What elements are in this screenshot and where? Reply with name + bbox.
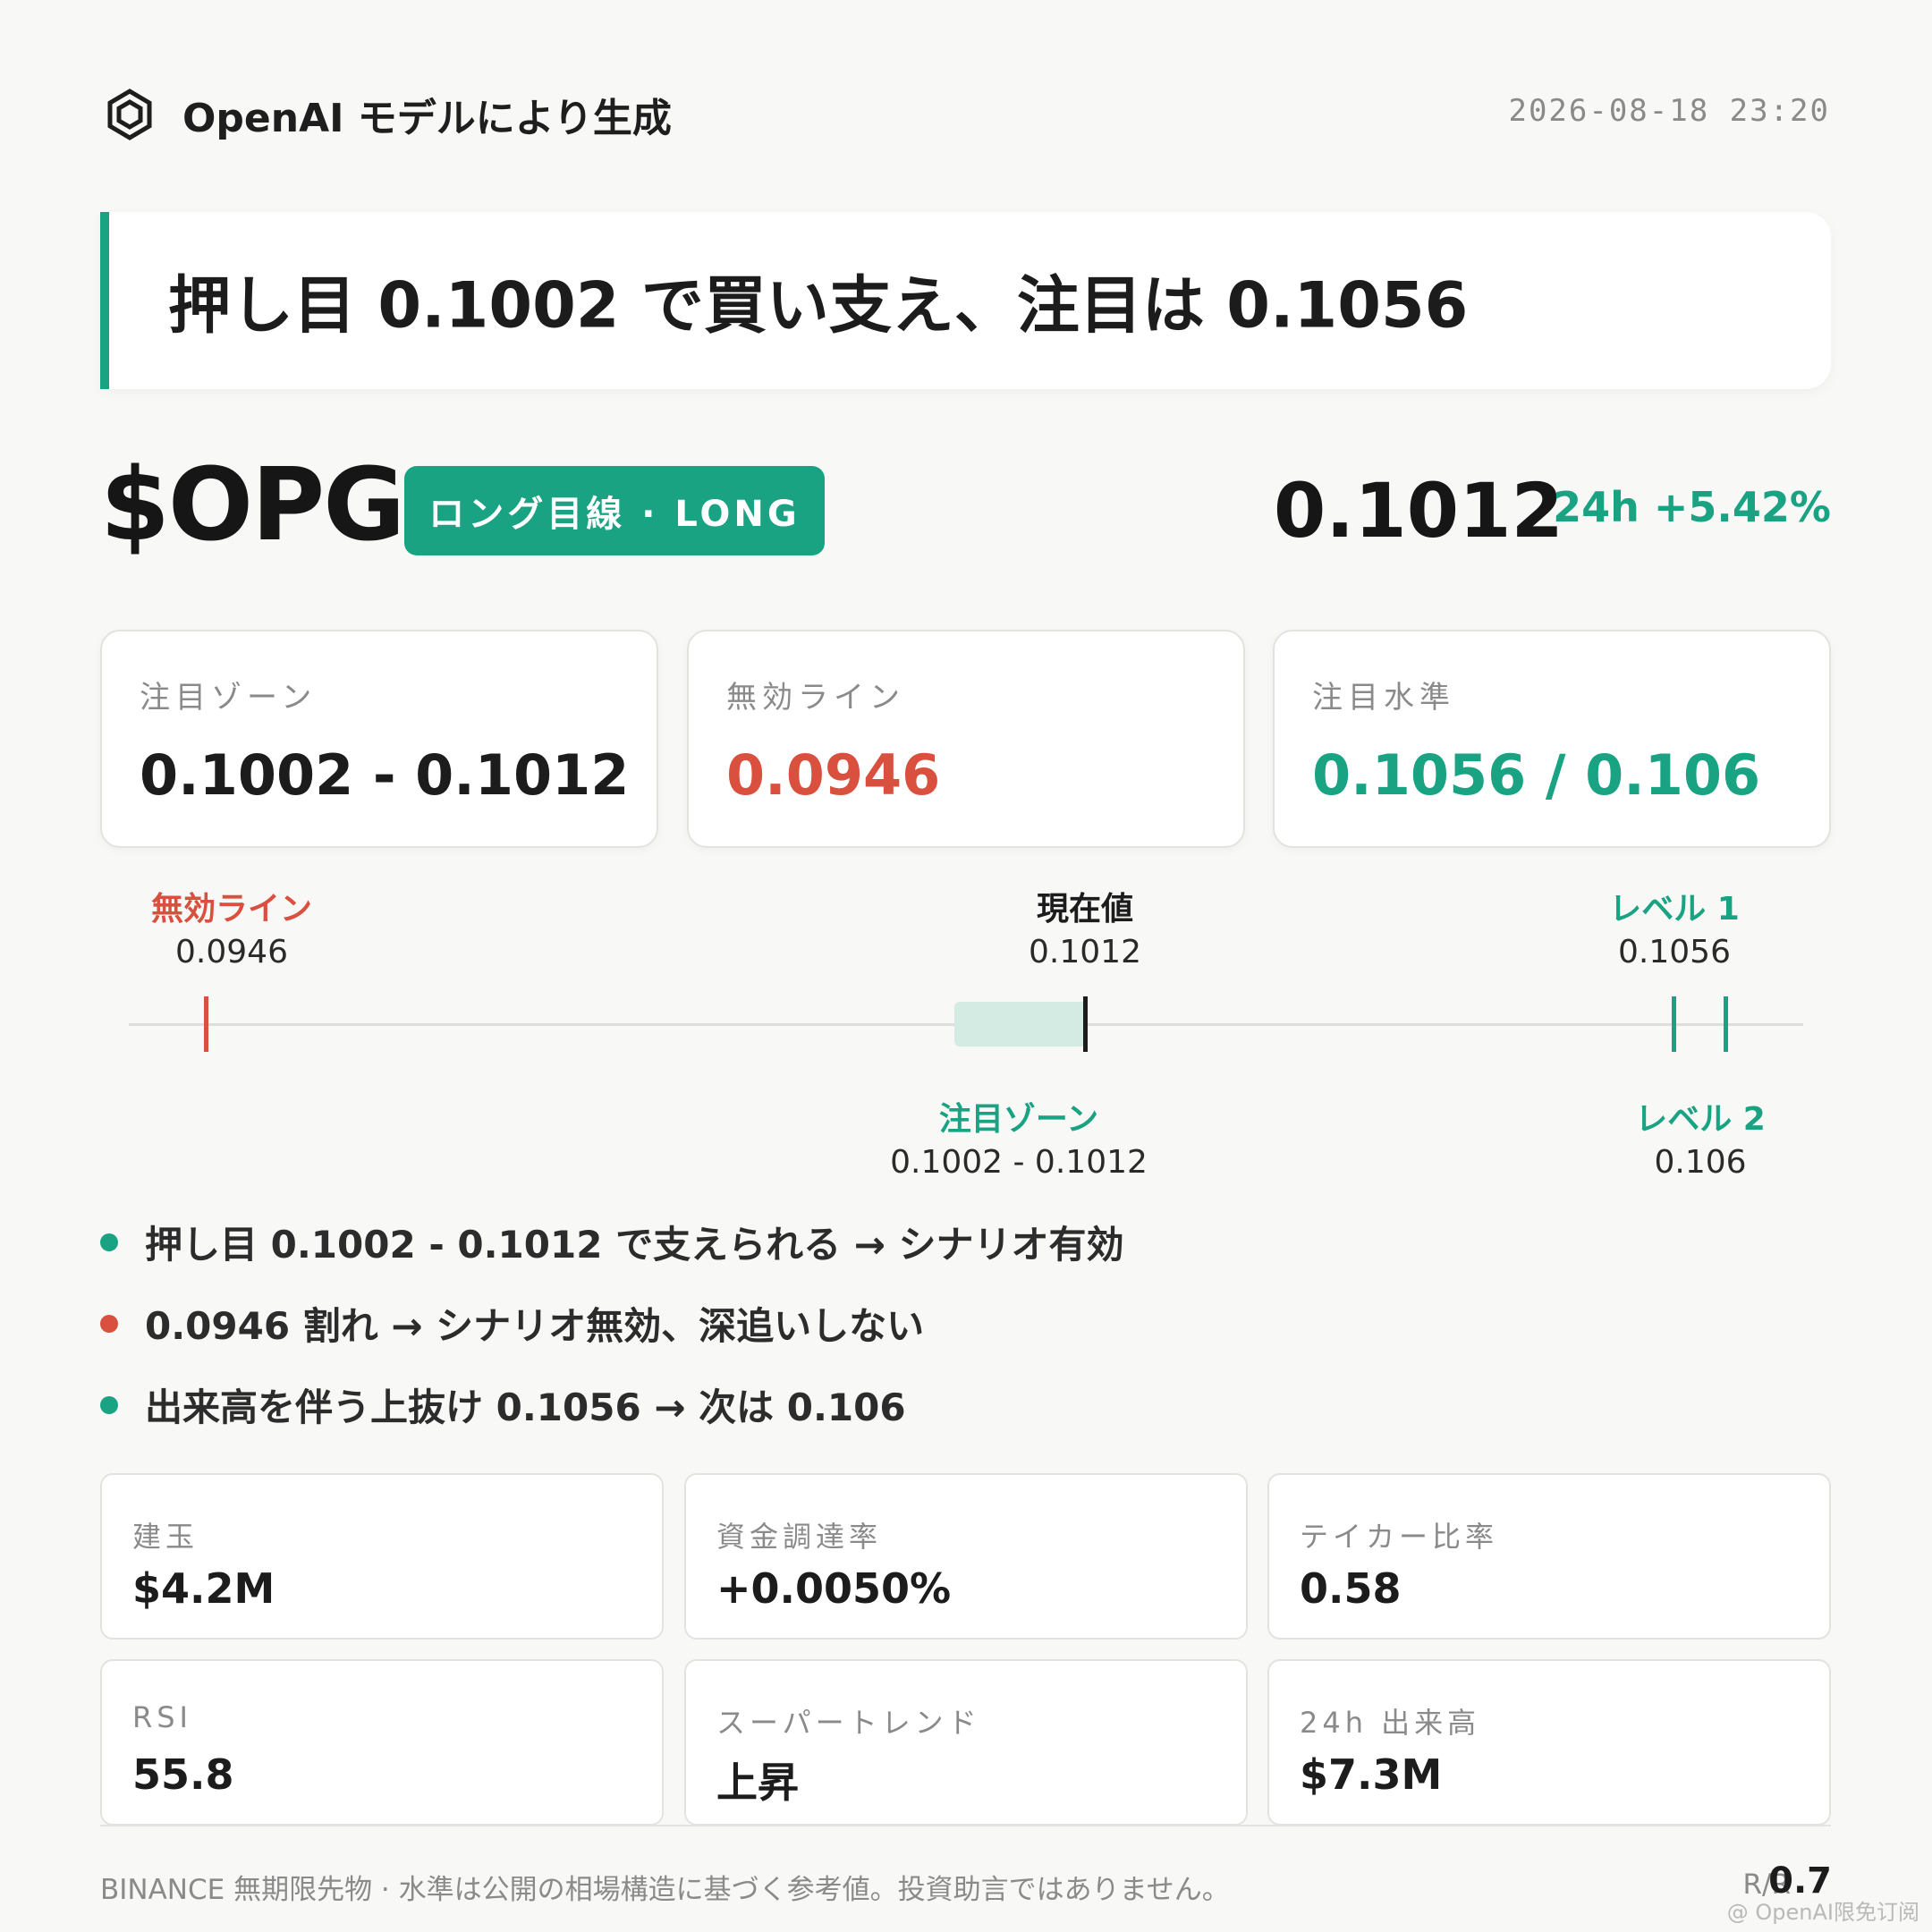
green-dot-icon (100, 1395, 118, 1414)
price-map-current-tick (1083, 996, 1088, 1052)
stat-value: +0.0050% (716, 1564, 952, 1613)
headline-text: 押し目 0.1002 で買い支え、注目は 0.1056 (168, 268, 1469, 343)
red-dot-icon (100, 1314, 118, 1333)
openai-hexagon-icon (107, 89, 152, 140)
price-map-level1-tick (1672, 996, 1676, 1052)
bullet-text: 押し目 0.1002 - 0.1012 で支えられる → シナリオ有効 (145, 1223, 1124, 1267)
level-card-label: 注目ゾーン (140, 680, 318, 716)
stat-value: $7.3M (1300, 1750, 1443, 1799)
price-map-invalidation-value: 0.0946 (175, 934, 288, 970)
stat-label: 建玉 (132, 1520, 199, 1554)
price-map-current-value: 0.1012 (1029, 934, 1141, 970)
footer-divider (100, 1825, 1831, 1826)
direction-badge: ロング目線 · LONG (404, 466, 825, 555)
stat-card-volume-24h: 24h 出来高 $7.3M (1267, 1659, 1831, 1826)
level-card-label: 注目水準 (1312, 680, 1455, 716)
stat-value: $4.2M (132, 1564, 275, 1613)
stat-label: テイカー比率 (1300, 1520, 1499, 1554)
level-card-invalidation: 無効ライン 0.0946 (687, 630, 1245, 848)
stat-card-open-interest: 建玉 $4.2M (100, 1473, 664, 1640)
bullet-item: 0.0946 割れ → シナリオ無効、深追いしない (100, 1296, 924, 1351)
level-card-zone: 注目ゾーン 0.1002 - 0.1012 (100, 630, 658, 848)
bullet-text: 出来高を伴う上抜け 0.1056 → 次は 0.106 (145, 1385, 906, 1429)
price-map-level1-label: レベル 1 (1609, 891, 1740, 928)
level-card-value: 0.1056 / 0.106 (1312, 742, 1761, 808)
level-card-value: 0.0946 (726, 742, 941, 808)
stat-label: 資金調達率 (716, 1520, 883, 1554)
price-map-level1-value: 0.1056 (1618, 934, 1731, 970)
stat-card-rsi: RSI 55.8 (100, 1659, 664, 1826)
timestamp: 2026-08-18 23:20 (1508, 93, 1830, 129)
stat-label: RSI (132, 1700, 192, 1734)
bullet-item: 出来高を伴う上抜け 0.1056 → 次は 0.106 (100, 1377, 906, 1432)
change-24h: 24h +5.42% (1553, 483, 1831, 531)
brand: OpenAI モデルにより生成 (104, 86, 672, 143)
level-card-value: 0.1002 - 0.1012 (140, 742, 630, 808)
stat-card-supertrend: スーパートレンド 上昇 (684, 1659, 1248, 1826)
stat-card-funding-rate: 資金調達率 +0.0050% (684, 1473, 1248, 1640)
price-map-current-label: 現在値 (1036, 891, 1134, 928)
price-map-zone-label: 注目ゾーン (938, 1101, 1099, 1138)
bullet-item: 押し目 0.1002 - 0.1012 で支えられる → シナリオ有効 (100, 1215, 1124, 1269)
price-map-invalidation-label: 無効ライン (150, 891, 313, 928)
level-card-label: 無効ライン (726, 680, 905, 716)
bullet-text: 0.0946 割れ → シナリオ無効、深追いしない (145, 1304, 925, 1348)
price-map-level2-value: 0.106 (1654, 1144, 1747, 1181)
stat-value: 0.58 (1300, 1564, 1402, 1613)
ticker-symbol: $OPG (100, 447, 405, 564)
disclaimer: BINANCE 無期限先物 · 水準は公開の相場構造に基づく参考値。投資助言では… (100, 1874, 1230, 1906)
stat-label: 24h 出来高 (1300, 1706, 1481, 1740)
brand-text: OpenAI モデルにより生成 (182, 96, 672, 141)
watermark: @ OpenAI限免订阅 (1726, 1900, 1919, 1925)
green-dot-icon (100, 1233, 118, 1251)
price-map-level2-tick (1724, 996, 1728, 1052)
price-map-zone-value: 0.1002 - 0.1012 (890, 1144, 1148, 1181)
stat-value: 55.8 (132, 1750, 234, 1799)
price-map-invalidation-tick (204, 996, 208, 1052)
stat-label: スーパートレンド (716, 1706, 981, 1740)
current-price: 0.1012 (1273, 467, 1563, 555)
stat-value: 上昇 (716, 1758, 799, 1807)
stat-card-taker-ratio: テイカー比率 0.58 (1267, 1473, 1831, 1640)
headline-banner: 押し目 0.1002 で買い支え、注目は 0.1056 (100, 212, 1831, 389)
price-map-level2-label: レベル 2 (1635, 1101, 1766, 1138)
price-map-zone-bar (954, 1002, 1087, 1046)
level-card-targets: 注目水準 0.1056 / 0.106 (1273, 630, 1831, 848)
